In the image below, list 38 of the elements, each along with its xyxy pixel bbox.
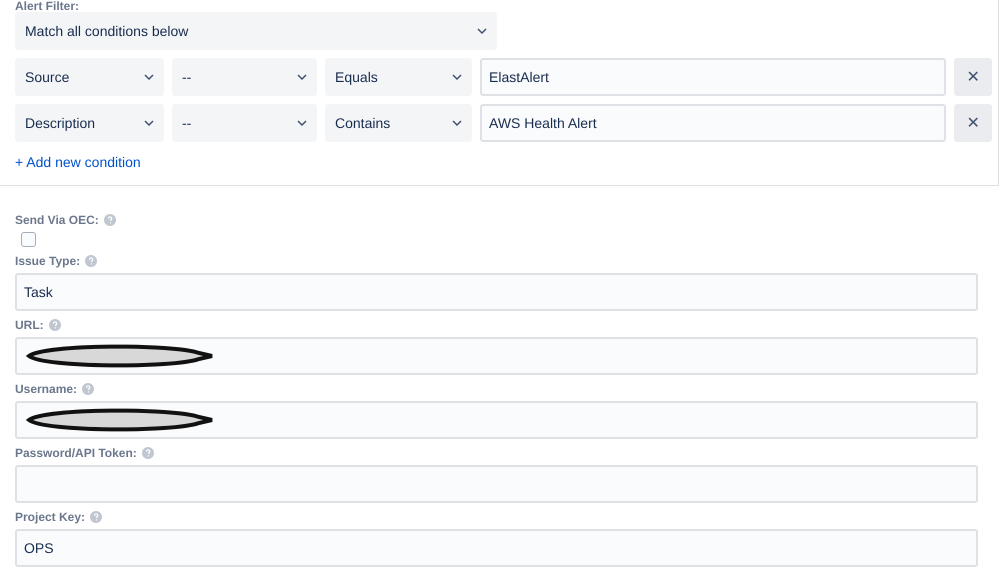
- field-select[interactable]: Description: [15, 104, 164, 142]
- subfield-select[interactable]: --: [172, 104, 317, 142]
- subfield-select[interactable]: --: [172, 58, 317, 96]
- chevron-down-icon: [144, 74, 154, 80]
- value-input[interactable]: AWS Health Alert: [480, 104, 946, 142]
- help-icon[interactable]: [104, 214, 116, 226]
- remove-button[interactable]: ✕: [954, 104, 992, 142]
- chevron-down-icon: [452, 120, 462, 126]
- field-label: Issue Type:: [15, 255, 98, 267]
- chevron-down-icon: [452, 74, 462, 80]
- text-input[interactable]: [15, 465, 978, 503]
- field-label: Project Key:: [15, 511, 102, 523]
- operator-select[interactable]: Contains: [325, 104, 472, 142]
- help-icon[interactable]: [48, 319, 61, 331]
- value-input[interactable]: ElastAlert: [480, 58, 946, 96]
- field-label: Username:: [15, 383, 94, 395]
- remove-button[interactable]: ✕: [954, 58, 992, 96]
- chevron-down-icon: [297, 120, 307, 126]
- help-icon[interactable]: [85, 255, 98, 267]
- text-input[interactable]: OPS: [15, 529, 978, 567]
- text-input[interactable]: [15, 401, 978, 439]
- chevron-down-icon: [297, 74, 307, 80]
- field-label: Send Via OEC:: [15, 214, 116, 226]
- match-select[interactable]: Match all conditions below: [15, 12, 497, 50]
- field-label: Alert Filter:: [15, 0, 80, 12]
- text-input[interactable]: [15, 337, 978, 375]
- help-icon[interactable]: [142, 447, 154, 459]
- field-label: Password/API Token:: [15, 447, 154, 459]
- help-icon[interactable]: [82, 383, 94, 395]
- text-input[interactable]: Task: [15, 273, 978, 311]
- chevron-down-icon: [477, 28, 487, 34]
- add-condition-link[interactable]: + Add new condition: [15, 154, 141, 170]
- field-label: URL:: [15, 319, 61, 331]
- chevron-down-icon: [144, 120, 154, 126]
- operator-select[interactable]: Equals: [325, 58, 472, 96]
- field-select[interactable]: Source: [15, 58, 164, 96]
- help-icon[interactable]: [90, 511, 102, 523]
- checkbox[interactable]: [21, 232, 36, 247]
